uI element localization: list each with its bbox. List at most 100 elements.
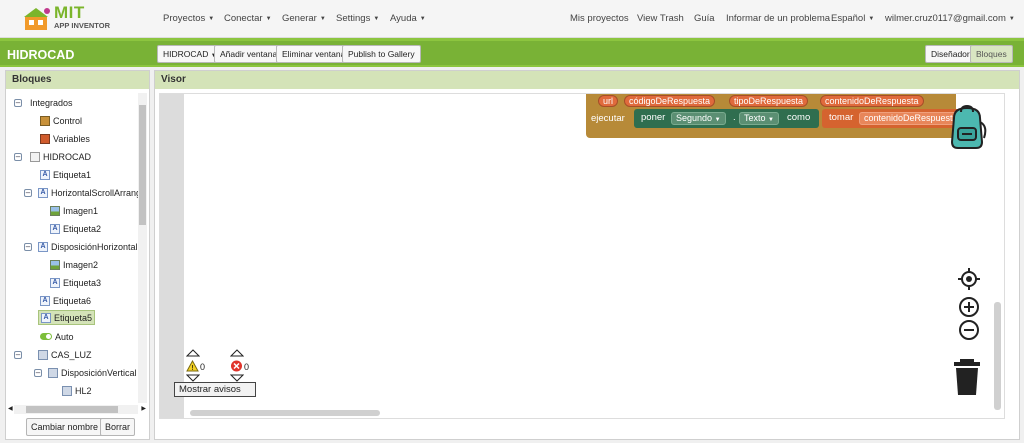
workspace-horizontal-scrollbar[interactable] bbox=[190, 410, 380, 416]
ejecutar-label: ejecutar bbox=[591, 113, 625, 124]
screen-select-button[interactable]: HIDROCAD ▼ bbox=[157, 45, 223, 63]
project-toolbar: HIDROCAD HIDROCAD ▼ Añadir ventana Elimi… bbox=[0, 38, 1024, 67]
warning-icon: ! bbox=[186, 360, 199, 372]
tree-horizontal-scrollbar[interactable]: ◀ ▶ bbox=[8, 405, 146, 414]
tree-item-disposicionvertical[interactable]: – DisposiciónVertical bbox=[34, 365, 137, 380]
component-dropdown[interactable]: Segundo ▼ bbox=[671, 112, 726, 125]
viewer-panel-title: Visor bbox=[155, 71, 1019, 89]
label-icon: A bbox=[50, 223, 60, 234]
errors-count: 0 bbox=[244, 362, 250, 372]
tree-item-imagen2[interactable]: Imagen2 bbox=[50, 257, 98, 272]
collapse-icon[interactable]: – bbox=[14, 152, 22, 161]
app-inventor-logo[interactable]: MIT APP INVENTOR bbox=[20, 3, 130, 35]
warnings-count: 0 bbox=[200, 362, 206, 372]
prev-error-icon[interactable] bbox=[229, 349, 245, 357]
tree-item-hidrocad[interactable]: – HIDROCAD bbox=[14, 149, 91, 164]
web-gottext-event-block[interactable]: url códigoDeRespuesta tipoDeRespuesta co… bbox=[586, 94, 972, 138]
next-error-icon[interactable] bbox=[230, 374, 244, 382]
label-icon: A bbox=[40, 295, 50, 306]
trash-icon[interactable] bbox=[952, 358, 982, 396]
link-report-issue[interactable]: Informar de un problema bbox=[726, 13, 830, 24]
tree-item-horizontalscrollarrangement[interactable]: – A HorizontalScrollArrange bbox=[24, 185, 138, 200]
menu-language[interactable]: Español ▼ bbox=[831, 13, 874, 24]
rename-button[interactable]: Cambiar nombre bbox=[26, 418, 104, 436]
menu-proyectos[interactable]: Proyectos ▼ bbox=[163, 13, 214, 24]
center-target-icon[interactable] bbox=[958, 268, 980, 290]
tree-vertical-scrollbar[interactable] bbox=[138, 93, 147, 403]
property-dropdown[interactable]: Texto ▼ bbox=[739, 112, 779, 125]
workspace-toolbox-strip bbox=[160, 94, 184, 418]
label-icon: A bbox=[50, 277, 60, 288]
menu-conectar[interactable]: Conectar ▼ bbox=[224, 13, 272, 24]
designer-button[interactable]: Diseñador bbox=[925, 45, 976, 63]
next-warning-icon[interactable] bbox=[186, 374, 200, 382]
scroll-thumb[interactable] bbox=[26, 406, 118, 413]
link-guia[interactable]: Guía bbox=[694, 13, 715, 24]
tree-item-cas-luz[interactable]: – CAS_LUZ bbox=[14, 347, 92, 362]
link-mis-proyectos[interactable]: Mis proyectos bbox=[570, 13, 629, 24]
viewer-panel: Visor url códigoDeRespuesta tipoDeRespue… bbox=[154, 70, 1020, 440]
workspace-vertical-scrollbar[interactable] bbox=[994, 302, 1001, 410]
collapse-icon[interactable]: – bbox=[34, 368, 42, 377]
collapse-icon[interactable]: – bbox=[24, 188, 32, 197]
param-contenido-respuesta[interactable]: contenidoDeRespuesta bbox=[820, 95, 924, 107]
delete-button[interactable]: Borrar bbox=[100, 418, 136, 436]
set-word: poner bbox=[641, 112, 666, 123]
menu-settings[interactable]: Settings ▼ bbox=[336, 13, 379, 24]
tree-item-auto[interactable]: Auto bbox=[40, 329, 74, 344]
caret-down-icon: ▼ bbox=[1008, 16, 1015, 22]
blocks-workspace[interactable]: url códigoDeRespuesta tipoDeRespuesta co… bbox=[159, 93, 1005, 419]
label-icon: A bbox=[41, 312, 51, 323]
warnings-indicator: ! 0 bbox=[185, 348, 206, 382]
layout-icon bbox=[38, 349, 48, 360]
blocks-panel-title: Bloques bbox=[6, 71, 149, 89]
tree-item-integrados[interactable]: – Integrados bbox=[14, 95, 73, 110]
collapse-icon[interactable]: – bbox=[14, 98, 22, 107]
scroll-left-icon[interactable]: ◀ bbox=[8, 405, 13, 412]
zoom-in-icon[interactable] bbox=[958, 296, 980, 318]
tree-item-control[interactable]: Control bbox=[40, 113, 82, 128]
variables-icon bbox=[40, 133, 50, 144]
blocks-button[interactable]: Bloques bbox=[970, 45, 1013, 63]
project-title: HIDROCAD bbox=[7, 48, 75, 62]
collapse-icon[interactable]: – bbox=[14, 350, 22, 359]
logo-icon bbox=[24, 8, 50, 30]
scroll-thumb[interactable] bbox=[139, 105, 146, 225]
menu-account[interactable]: wilmer.cruz0117@gmail.com ▼ bbox=[885, 13, 1015, 24]
backpack-icon[interactable] bbox=[944, 104, 990, 150]
zoom-out-icon[interactable] bbox=[958, 319, 980, 341]
tree-item-etiqueta1[interactable]: A Etiqueta1 bbox=[40, 167, 91, 182]
caret-down-icon: ▼ bbox=[265, 16, 272, 22]
publish-gallery-button[interactable]: Publish to Gallery bbox=[342, 45, 421, 63]
tree-item-disposicionhorizontal[interactable]: – A DisposiciónHorizontal bbox=[24, 239, 138, 254]
show-warnings-button[interactable]: Mostrar avisos bbox=[174, 382, 256, 397]
top-navigation-bar: MIT APP INVENTOR Proyectos ▼ Conectar ▼ Ge… bbox=[0, 0, 1024, 38]
tree-item-etiqueta2[interactable]: A Etiqueta2 bbox=[50, 221, 101, 236]
layout-icon: A bbox=[38, 187, 48, 198]
layout-icon bbox=[62, 385, 72, 396]
param-url[interactable]: url bbox=[598, 95, 619, 107]
tree-item-etiqueta6[interactable]: A Etiqueta6 bbox=[40, 293, 91, 308]
logo-title: MIT bbox=[54, 3, 85, 22]
scroll-right-icon[interactable]: ▶ bbox=[141, 405, 146, 412]
param-tipo-respuesta[interactable]: tipoDeRespuesta bbox=[729, 95, 809, 107]
screen-icon bbox=[30, 151, 40, 162]
tree-item-etiqueta3[interactable]: A Etiqueta3 bbox=[50, 275, 101, 290]
param-codigo-respuesta[interactable]: códigoDeRespuesta bbox=[624, 95, 716, 107]
collapse-icon[interactable]: – bbox=[24, 242, 32, 251]
get-word: tomar bbox=[829, 112, 854, 123]
image-icon bbox=[50, 259, 60, 270]
menu-ayuda[interactable]: Ayuda ▼ bbox=[390, 13, 426, 24]
tree-item-variables[interactable]: Variables bbox=[40, 131, 90, 146]
tree-item-imagen1[interactable]: Imagen1 bbox=[50, 203, 98, 218]
link-view-trash[interactable]: View Trash bbox=[637, 13, 684, 24]
remove-screen-button[interactable]: Eliminar ventana bbox=[276, 45, 352, 63]
set-property-block[interactable]: poner Segundo ▼ . Texto ▼ como bbox=[634, 109, 819, 128]
tree-item-etiqueta5[interactable]: A Etiqueta5 bbox=[38, 310, 96, 325]
caret-down-icon: ▼ bbox=[714, 117, 721, 123]
caret-down-icon: ▼ bbox=[373, 16, 380, 22]
menu-generar[interactable]: Generar ▼ bbox=[282, 13, 326, 24]
add-screen-button[interactable]: Añadir ventana bbox=[214, 45, 284, 63]
tree-item-hl2[interactable]: HL2 bbox=[62, 383, 92, 398]
prev-warning-icon[interactable] bbox=[185, 349, 201, 357]
